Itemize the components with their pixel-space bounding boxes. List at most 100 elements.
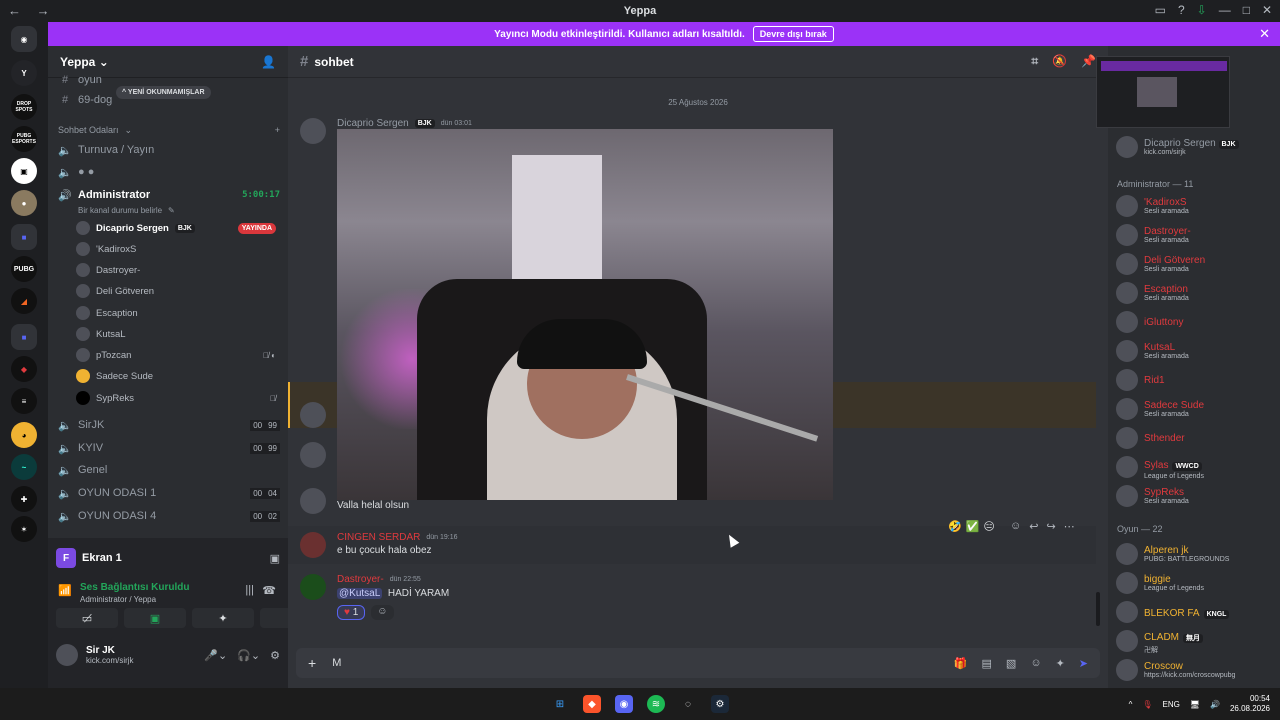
reply-icon[interactable]: ↩ — [1029, 520, 1038, 533]
current-user[interactable]: Sir JK kick.com/sirjk 🎤⌄ 🎧⌄ ⚙ — [56, 644, 280, 666]
server-icon[interactable]: ~ — [11, 454, 37, 480]
gear-icon[interactable]: ⚙ — [270, 649, 280, 662]
voice-user[interactable]: SypReks 🎙̸ — [76, 388, 276, 408]
voice-user[interactable]: Deli Götveren — [76, 281, 276, 301]
tray-chevron-icon[interactable]: ^ — [1129, 700, 1133, 709]
member-item[interactable]: Croscow https://kick.com/croscowpubg — [1116, 657, 1278, 683]
network-icon[interactable]: 🖥 — [1190, 700, 1200, 709]
add-reaction-button[interactable]: ☺ — [371, 605, 394, 620]
server-icon[interactable]: DROP SPOTS — [11, 94, 37, 120]
reaction-emoji-icon[interactable]: ✅ — [966, 520, 980, 533]
member-item[interactable]: Sadece Sude Sesli aramada — [1116, 396, 1278, 422]
server-icon[interactable]: ◆ — [11, 356, 37, 382]
help-icon[interactable]: ? — [1178, 3, 1185, 17]
add-attachment-icon[interactable]: + — [308, 655, 316, 671]
stream-preview[interactable] — [1096, 56, 1230, 128]
clock[interactable]: 00:54 26.08.2026 — [1230, 694, 1270, 714]
download-icon[interactable]: ⇩ — [1197, 3, 1207, 17]
inbox-icon[interactable]: ▭ — [1155, 3, 1166, 17]
noise-suppression-icon[interactable]: ||| — [245, 584, 254, 596]
signal-icon[interactable]: 📶 — [58, 584, 72, 597]
language-indicator[interactable]: ENG — [1162, 700, 1179, 709]
voice-user[interactable]: Dicaprio Sergen BJK YAYINDA — [76, 218, 276, 238]
reaction-heart[interactable]: ♥ 1 — [337, 605, 366, 620]
notification-icon[interactable]: 🔕 — [1052, 54, 1067, 69]
voice-user[interactable]: Escaption — [76, 303, 276, 323]
stream-video[interactable] — [337, 129, 833, 500]
gif-icon[interactable]: ▤ — [982, 657, 992, 670]
server-icon[interactable]: PUBG ESPORTS — [11, 126, 37, 152]
member-item[interactable]: biggie League of Legends — [1116, 570, 1278, 596]
voice-user[interactable]: Sadece Sude — [76, 366, 276, 386]
screen-share-status[interactable]: F Ekran 1 ▣ — [56, 546, 280, 570]
member-item[interactable]: Deli Götveren Sesli aramada — [1116, 251, 1278, 277]
add-channel-icon[interactable]: + — [275, 125, 280, 135]
activities-icon[interactable]: ✦ — [192, 608, 254, 628]
invite-icon[interactable]: 👤 — [261, 55, 276, 69]
brave-icon[interactable]: ◆ — [583, 695, 601, 713]
threads-icon[interactable]: ⌗ — [1031, 54, 1038, 69]
member-item[interactable]: 'KadiroxS Sesli aramada — [1116, 193, 1278, 219]
voice-user[interactable]: 'KadiroxS — [76, 239, 276, 259]
more-icon[interactable]: ⋯ — [1064, 520, 1075, 533]
server-icon[interactable]: ◕ — [11, 422, 37, 448]
pin-icon[interactable]: 📌 — [1081, 54, 1096, 69]
folder-icon[interactable]: ■ — [11, 324, 37, 350]
banner-close-icon[interactable]: ✕ — [1259, 26, 1270, 42]
voice-user[interactable]: KutsaL — [76, 324, 276, 344]
server-icon[interactable]: ◢ — [11, 288, 37, 314]
steam-icon[interactable]: ⚙ — [711, 695, 729, 713]
emoji-icon[interactable]: ☺ — [1030, 657, 1041, 670]
server-icon[interactable]: ✶ — [11, 516, 37, 542]
minimize-icon[interactable]: — — [1219, 3, 1231, 17]
forward-icon[interactable]: ↪ — [1046, 520, 1055, 533]
discord-home-icon[interactable]: ◉ — [11, 26, 37, 52]
member-item[interactable]: Sylas WWCD League of Legends — [1116, 454, 1278, 480]
member-item[interactable]: Dicaprio Sergen BJK kick.com/sirjk — [1116, 134, 1278, 160]
category-sohbet[interactable]: Sohbet Odaları ⌄ + — [58, 120, 280, 140]
voice-channel[interactable]: 🔈 Genel — [58, 460, 280, 480]
member-item[interactable]: Escaption Sesli aramada — [1116, 280, 1278, 306]
microphone-icon[interactable]: 🎤⌄ — [204, 649, 227, 662]
member-item[interactable]: SypReks Sesli aramada — [1116, 483, 1278, 509]
windows-start-icon[interactable]: ⊞ — [551, 695, 569, 713]
voice-channel[interactable]: 🔈 KYIV 00 99 — [58, 438, 280, 458]
voice-channel[interactable]: 🔈 OYUN ODASI 4 00 02 — [58, 506, 280, 526]
voice-channel[interactable]: 🔈 ● ● — [58, 162, 280, 182]
mic-tray-icon[interactable]: 🎙 — [1142, 700, 1152, 709]
screen-share-icon[interactable]: ▣ — [124, 608, 186, 628]
member-item[interactable]: KutsaL Sesli aramada — [1116, 338, 1278, 364]
server-icon[interactable]: ▣ — [11, 158, 37, 184]
message-composer[interactable]: + M 🎁 ▤ ▧ ☺ ✦ ➤ — [296, 648, 1100, 678]
apps-icon[interactable]: ✦ — [1056, 657, 1065, 670]
window-controls[interactable]: ▭ ? ⇩ — □ ✕ — [1155, 3, 1272, 17]
add-reaction-icon[interactable]: ☺ — [1010, 520, 1021, 533]
sticker-icon[interactable]: ▧ — [1006, 657, 1016, 670]
member-item[interactable]: iGluttony — [1116, 309, 1278, 335]
folder-icon[interactable]: ■ — [11, 224, 37, 250]
headphones-icon[interactable]: 🎧⌄ — [237, 649, 260, 662]
server-icon[interactable]: ✚ — [11, 486, 37, 512]
discord-icon[interactable]: ◉ — [615, 695, 633, 713]
message[interactable]: Dastroyer-dün 22:55 @KutsaL HADİ YARAM — [300, 574, 1100, 614]
mention[interactable]: @KutsaL — [337, 588, 383, 599]
member-item[interactable]: Sthender — [1116, 425, 1278, 451]
send-icon[interactable]: ➤ — [1079, 657, 1088, 670]
stop-stream-icon[interactable]: ▣ — [270, 552, 280, 565]
camera-off-icon[interactable]: ▭̸ — [56, 608, 118, 628]
member-item[interactable]: BLEKOR FA KNGL — [1116, 599, 1278, 625]
member-item[interactable]: CLADM 無月 卍解 — [1116, 628, 1278, 654]
message[interactable]: CINGEN SERDAR dün 19:16 e bu çocuk hala o… — [300, 532, 1100, 562]
disable-button[interactable]: Devre dışı bırak — [752, 26, 834, 42]
disconnect-icon[interactable]: ☎ — [262, 584, 276, 597]
member-item[interactable]: Alperen jk PUBG: BATTLEGROUNDS — [1116, 541, 1278, 567]
maximize-icon[interactable]: □ — [1243, 3, 1250, 17]
close-window-icon[interactable]: ✕ — [1262, 3, 1272, 17]
voice-channel[interactable]: 🔈 SirJK 00 99 — [58, 415, 280, 435]
new-unread-pill[interactable]: ^ YENİ OKUNMAMIŞLAR — [116, 86, 211, 99]
reaction-emoji-icon[interactable]: 😑 — [983, 520, 994, 533]
server-icon[interactable]: PUBG — [11, 256, 37, 282]
member-item[interactable]: Rid1 — [1116, 367, 1278, 393]
app-icon[interactable]: ◌ — [679, 695, 697, 713]
server-icon[interactable]: ≡ — [11, 388, 37, 414]
